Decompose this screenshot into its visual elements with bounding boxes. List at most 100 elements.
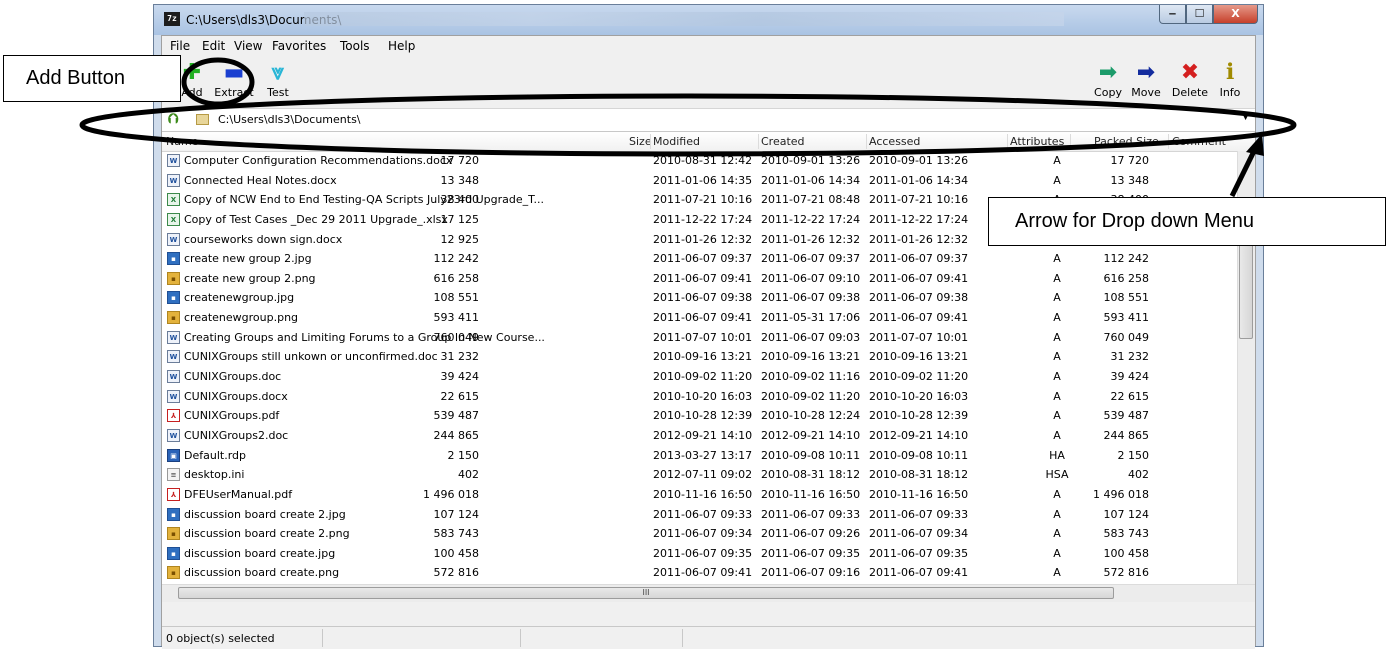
menu-edit[interactable]: Edit [202, 39, 225, 53]
table-row[interactable]: ▪ discussion board create 2.jpg 107 124 201… [162, 505, 1237, 525]
table-row[interactable]: ▪ discussion board create.jpg 100 458 2011-… [162, 544, 1237, 564]
file-packed-size: 13 348 [1110, 173, 1150, 187]
file-size: 100 458 [433, 546, 480, 560]
jpg-file-icon: ▪ [167, 546, 180, 560]
extract-button[interactable]: ▬ Extract [212, 60, 256, 99]
xls-file-icon: X [167, 212, 180, 226]
column-packed-size[interactable]: Packed Size [1094, 135, 1159, 148]
file-packed-size: 17 720 [1110, 154, 1150, 167]
move-button[interactable]: ➡ Move [1124, 60, 1168, 99]
address-dropdown-arrow-icon[interactable]: ▼ [1242, 112, 1249, 122]
table-row[interactable]: ▣ Default.rdp 2 150 2013-03-27 13:17 2010-09… [162, 446, 1237, 466]
table-row[interactable]: W Computer Configuration Recommendations.… [162, 151, 1237, 171]
column-created[interactable]: Created [761, 135, 805, 148]
file-created: 2011-06-07 09:03 [761, 330, 861, 344]
table-row[interactable]: ⅄ DFEUserManual.pdf 1 496 018 2010-11-16 16… [162, 485, 1237, 505]
file-accessed: 2010-11-16 16:50 [869, 487, 969, 501]
close-button[interactable]: X [1213, 5, 1258, 24]
table-row[interactable]: ≡ desktop.ini 402 2012-07-11 09:02 2010-08-3… [162, 465, 1237, 485]
file-created: 2011-12-22 17:24 [761, 212, 861, 226]
column-size[interactable]: Size [629, 135, 652, 148]
window-content: File Edit View Favorites Tools Help ✚ Ad… [161, 35, 1256, 649]
horizontal-scrollbar[interactable]: III [162, 584, 1255, 602]
table-row[interactable]: ▪ discussion board create.png 572 816 2011-… [162, 563, 1237, 583]
file-packed-size: 100 458 [1103, 546, 1150, 560]
delete-label: Delete [1171, 86, 1209, 99]
selection-status: 0 object(s) selected [166, 632, 275, 645]
vertical-scroll-thumb[interactable] [1239, 231, 1253, 339]
file-created: 2010-09-08 10:11 [761, 448, 861, 462]
title-bar-background-strip [304, 12, 1064, 26]
menu-favorites[interactable]: Favorites [272, 39, 326, 53]
column-modified[interactable]: Modified [653, 135, 700, 148]
file-modified: 2010-09-16 13:21 [653, 350, 753, 364]
table-row[interactable]: W CUNIXGroups.docx 22 615 2010-10-20 16:03 2… [162, 387, 1237, 407]
file-modified: 2010-10-20 16:03 [653, 389, 753, 403]
table-row[interactable]: ▪ createnewgroup.png 593 411 2011-06-07 09:… [162, 308, 1237, 328]
file-size: 2 150 [447, 448, 480, 462]
file-created: 2010-08-31 18:12 [761, 468, 861, 482]
file-size: 107 124 [433, 507, 480, 521]
file-attributes: HSA [1045, 468, 1069, 482]
file-accessed: 2011-06-07 09:41 [869, 566, 969, 580]
file-modified: 2011-06-07 09:34 [653, 527, 753, 541]
title-bar[interactable]: 7z C:\Users\dls3\Documents\ ‒ ☐ X [154, 5, 1263, 35]
table-row[interactable]: ▪ createnewgroup.jpg 108 551 2011-06-07 09:… [162, 288, 1237, 308]
table-row[interactable]: W Creating Groups and Limiting Forums to … [162, 328, 1237, 348]
folder-up-icon[interactable]: ⮉ [168, 111, 179, 127]
table-row[interactable]: W CUNIXGroups.doc 39 424 2010-09-02 11:20 20… [162, 367, 1237, 387]
table-row[interactable]: ▪ discussion board create 2.png 583 743 201… [162, 524, 1237, 544]
file-size: 108 551 [433, 291, 480, 305]
horizontal-scroll-thumb[interactable]: III [178, 587, 1114, 599]
file-name: CUNIXGroups still unkown or unconfirmed.… [184, 350, 438, 364]
file-accessed: 2011-01-06 14:34 [869, 173, 969, 187]
file-created: 2011-07-21 08:48 [761, 193, 861, 207]
file-packed-size: 31 232 [1110, 350, 1150, 364]
file-created: 2010-09-16 13:21 [761, 350, 861, 364]
test-label: Test [267, 86, 289, 99]
table-row[interactable]: ▪ create new group 2.png 616 258 2011-06-07… [162, 269, 1237, 289]
delete-button[interactable]: ✖ Delete [1168, 60, 1212, 99]
file-attributes: A [1053, 350, 1061, 364]
7zip-app-icon: 7z [164, 12, 180, 26]
test-button[interactable]: ⩔ Test [256, 60, 300, 99]
address-path-input[interactable]: C:\Users\dls3\Documents\ [218, 113, 361, 126]
file-attributes: A [1053, 527, 1061, 541]
info-button[interactable]: ℹ Info [1208, 60, 1252, 99]
column-attributes[interactable]: Attributes [1010, 135, 1064, 148]
maximize-button[interactable]: ☐ [1186, 5, 1213, 24]
file-created: 2011-06-07 09:37 [761, 252, 861, 266]
file-accessed: 2012-09-21 14:10 [869, 428, 969, 442]
dropdown-arrow-callout: Arrow for Drop down Menu [988, 197, 1386, 246]
menu-help[interactable]: Help [388, 39, 415, 53]
doc-file-icon: W [167, 370, 180, 384]
column-divider [1070, 134, 1071, 149]
png-file-icon: ▪ [167, 271, 180, 285]
column-accessed[interactable]: Accessed [869, 135, 920, 148]
file-attributes: A [1053, 389, 1061, 403]
column-comment[interactable]: Comment [1172, 135, 1226, 148]
table-row[interactable]: W CUNIXGroups still unkown or unconfirmed… [162, 347, 1237, 367]
file-packed-size: 108 551 [1103, 291, 1150, 305]
menu-bar: File Edit View Favorites Tools Help [162, 36, 1255, 57]
table-row[interactable]: W CUNIXGroups2.doc 244 865 2012-09-21 14:10… [162, 426, 1237, 446]
file-created: 2011-01-06 14:34 [761, 173, 861, 187]
menu-file[interactable]: File [170, 39, 190, 53]
minimize-button[interactable]: ‒ [1159, 5, 1186, 24]
file-modified: 2011-06-07 09:33 [653, 507, 753, 521]
file-accessed: 2011-06-07 09:34 [869, 527, 969, 541]
table-row[interactable]: ⅄ CUNIXGroups.pdf 539 487 2010-10-28 12:39 2… [162, 406, 1237, 426]
column-name[interactable]: Name [166, 135, 198, 148]
column-divider [758, 134, 759, 149]
file-accessed: 2011-06-07 09:41 [869, 271, 969, 285]
pdf-file-icon: ⅄ [167, 409, 180, 423]
menu-view[interactable]: View [234, 39, 262, 53]
file-size: 1 496 018 [423, 487, 479, 501]
table-row[interactable]: W Connected Heal Notes.docx 13 348 2011-01-… [162, 171, 1237, 191]
file-size: 112 242 [433, 252, 480, 266]
menu-tools[interactable]: Tools [340, 39, 370, 53]
rdp-file-icon: ▣ [167, 448, 180, 462]
table-row[interactable]: ▪ create new group 2.jpg 112 242 2011-06-07… [162, 249, 1237, 269]
add-button-callout: Add Button [3, 55, 181, 102]
file-accessed: 2011-06-07 09:35 [869, 546, 969, 560]
